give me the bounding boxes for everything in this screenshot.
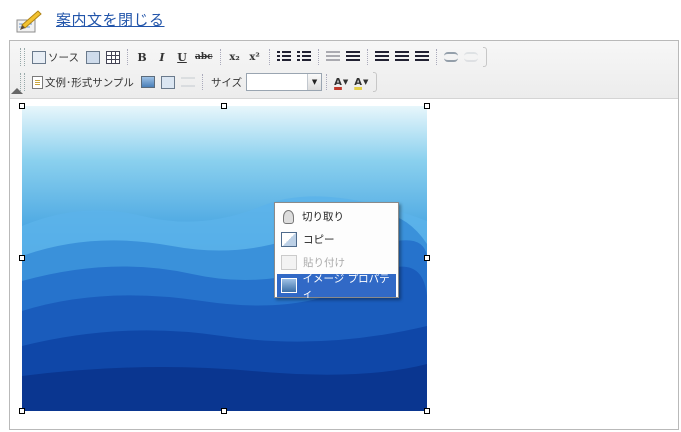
superscript-icon: x²: [249, 51, 260, 63]
cut-icon: [283, 209, 294, 224]
outdent-button[interactable]: [324, 47, 342, 67]
font-color-icon: A: [334, 76, 342, 88]
header: 案内文を閉じる: [0, 0, 681, 40]
bold-button[interactable]: B: [133, 47, 151, 67]
font-size-select[interactable]: ▼: [246, 73, 323, 91]
context-menu-cut[interactable]: 切り取り: [277, 205, 396, 228]
numbered-list-icon: [276, 51, 291, 63]
horizontal-rule-button[interactable]: [179, 72, 197, 92]
chevron-down-icon: ▼: [363, 78, 369, 86]
indent-icon: [345, 51, 360, 63]
box-icon: [160, 75, 175, 89]
context-menu-label: イメージ プロパティ: [302, 272, 390, 300]
resize-handle-top-left[interactable]: [19, 103, 25, 109]
insert-image-button[interactable]: [139, 72, 157, 92]
toolbar-grip[interactable]: [20, 48, 25, 66]
toolbar-separator: [126, 49, 128, 65]
paste-icon: [281, 255, 297, 270]
context-menu: 切り取り コピー 貼り付け イメージ プロパティ: [274, 202, 399, 300]
insert-box-button[interactable]: [159, 72, 177, 92]
subscript-button[interactable]: x₂: [226, 47, 244, 67]
resize-handle-bottom[interactable]: [221, 408, 227, 414]
table-button[interactable]: [104, 47, 122, 67]
align-left-button[interactable]: [373, 47, 391, 67]
preview-button[interactable]: [84, 47, 102, 67]
copy-icon: [281, 232, 297, 247]
superscript-button[interactable]: x²: [246, 47, 264, 67]
collapse-toolbar-icon[interactable]: [11, 88, 23, 94]
chevron-down-icon: ▼: [342, 78, 349, 86]
toolbar-separator: [366, 49, 368, 65]
toolbar-row-2: 文例･形式サンプル サイズ ▼ A ▼ A ▼: [20, 70, 378, 94]
chevron-down-icon[interactable]: ▼: [307, 74, 322, 90]
align-right-icon: [414, 51, 429, 63]
toolbar-row-1: ソース B I U abc x₂ x²: [20, 45, 487, 69]
outdent-icon: [325, 51, 340, 63]
resize-handle-bottom-left[interactable]: [19, 408, 25, 414]
toolbar-separator: [317, 49, 319, 65]
toolbar-separator: [268, 49, 270, 65]
memo-pencil-icon: [16, 10, 42, 33]
table-icon: [105, 50, 120, 64]
resize-handle-left[interactable]: [19, 255, 25, 261]
numbered-list-button[interactable]: [275, 47, 293, 67]
background-color-button[interactable]: A ▼: [352, 72, 370, 92]
resize-handle-top-right[interactable]: [424, 103, 430, 109]
context-menu-copy[interactable]: コピー: [277, 228, 396, 251]
source-label: ソース: [48, 51, 79, 64]
image-icon: [140, 76, 155, 88]
toolbar-separator: [219, 49, 221, 65]
template-sample-label: 文例･形式サンプル: [45, 76, 134, 89]
bulleted-list-icon: [296, 51, 311, 63]
unlink-button[interactable]: [462, 47, 480, 67]
toolbar-separator: [435, 49, 437, 65]
align-left-icon: [374, 51, 389, 63]
font-color-button[interactable]: A ▼: [332, 72, 350, 92]
underline-icon: U: [177, 50, 187, 64]
context-menu-label: 切り取り: [302, 211, 344, 223]
link-button[interactable]: [442, 47, 460, 67]
close-guide-link[interactable]: 案内文を閉じる: [56, 9, 165, 30]
strikethrough-button[interactable]: abc: [193, 47, 215, 67]
toolbar-endcap: [373, 72, 378, 92]
strikethrough-icon: abc: [194, 52, 213, 62]
toolbar-separator: [326, 74, 328, 90]
template-sample-button[interactable]: 文例･形式サンプル: [29, 72, 137, 92]
template-page-icon: [32, 75, 43, 89]
resize-handle-right[interactable]: [424, 255, 430, 261]
context-menu-label: 貼り付け: [303, 257, 345, 269]
underline-button[interactable]: U: [173, 47, 191, 67]
context-menu-image-properties[interactable]: イメージ プロパティ: [277, 273, 396, 300]
italic-button[interactable]: I: [153, 47, 171, 67]
align-center-button[interactable]: [393, 47, 411, 67]
preview-icon: [85, 50, 100, 64]
align-right-button[interactable]: [413, 47, 431, 67]
toolbar-endcap: [482, 47, 487, 67]
align-center-icon: [394, 51, 409, 63]
resize-handle-bottom-right[interactable]: [424, 408, 430, 414]
source-button[interactable]: ソース: [29, 47, 82, 67]
bulleted-list-button[interactable]: [295, 47, 313, 67]
horizontal-rule-icon: [180, 77, 195, 87]
background-color-icon: A: [354, 76, 363, 88]
context-menu-label: コピー: [303, 234, 335, 246]
font-size-label: サイズ: [210, 76, 243, 89]
editor-toolbar: ソース B I U abc x₂ x² 文例･形式サンプル サイズ ▼ A ▼ …: [10, 41, 678, 99]
image-properties-icon: [281, 278, 297, 293]
link-icon: [443, 52, 458, 62]
toolbar-separator: [201, 74, 203, 90]
source-icon: [32, 50, 46, 64]
indent-button[interactable]: [344, 47, 362, 67]
italic-icon: I: [159, 50, 165, 64]
subscript-icon: x₂: [229, 51, 240, 63]
bold-icon: B: [137, 50, 147, 64]
resize-handle-top[interactable]: [221, 103, 227, 109]
unlink-icon: [463, 52, 478, 62]
